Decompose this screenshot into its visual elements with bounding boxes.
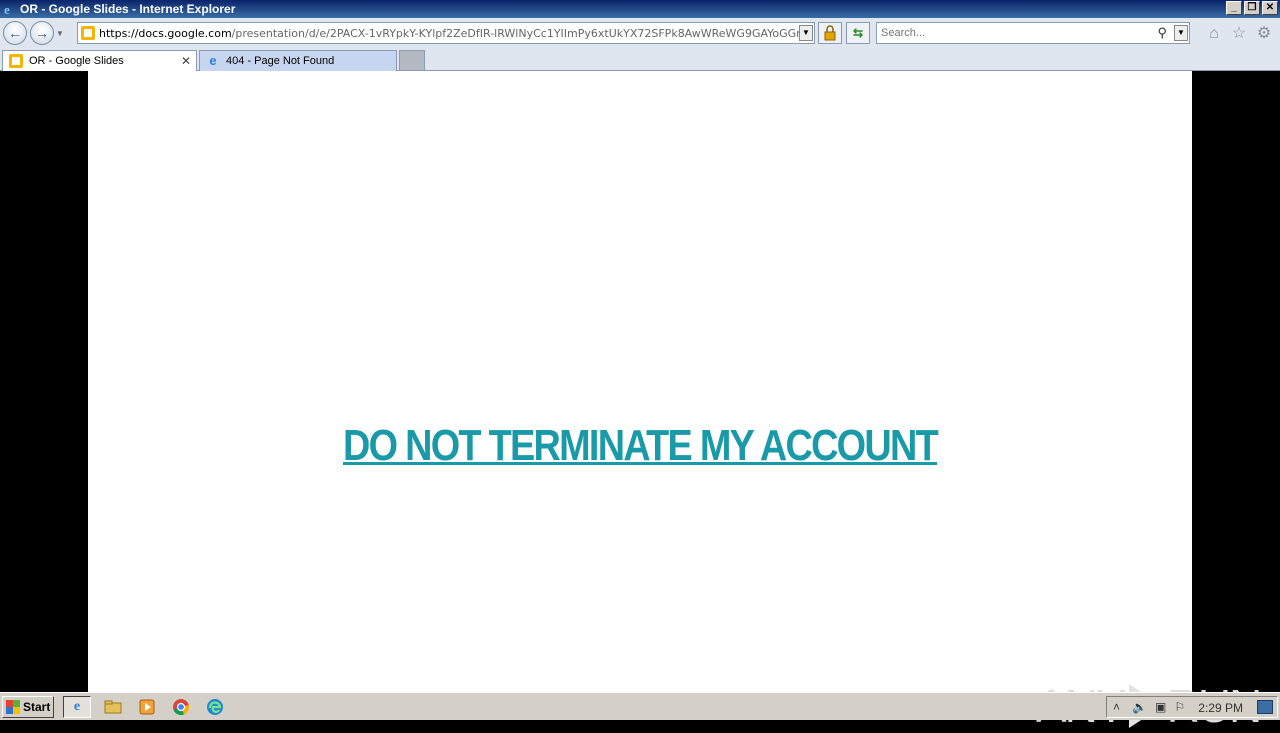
clock[interactable]: 2:29 PM [1198, 701, 1243, 715]
close-button[interactable]: ✕ [1262, 1, 1278, 15]
tab-strip: OR - Google Slides ✕ e 404 - Page Not Fo… [0, 48, 1280, 71]
taskbar-edge-icon[interactable] [201, 696, 229, 718]
ie-icon: e [209, 53, 217, 68]
system-tray: ˄ 🔈 ▣ ⚐ 2:29 PM [1106, 696, 1278, 718]
network-icon[interactable]: ▣ [1155, 700, 1166, 714]
ie-app-icon: e [2, 1, 18, 17]
show-desktop-icon[interactable] [1257, 700, 1273, 714]
title-bar: e OR - Google Slides - Internet Explorer… [0, 0, 1280, 18]
search-dropdown-icon[interactable]: ▼ [1174, 25, 1188, 41]
windows-flag-icon [6, 700, 20, 714]
search-box[interactable]: ⚲ ▼ [876, 22, 1190, 44]
close-tab-icon[interactable]: ✕ [181, 54, 191, 68]
restore-button[interactable]: ❐ [1244, 1, 1260, 15]
taskbar-ie-icon[interactable]: e [63, 696, 91, 718]
url-text[interactable]: https://docs.google.com/presentation/d/e… [99, 27, 799, 40]
back-button[interactable]: ← [3, 21, 27, 45]
volume-icon[interactable]: 🔈 [1132, 700, 1147, 714]
tools-gear-icon[interactable]: ⚙ [1255, 25, 1273, 43]
url-host: https://docs.google.com [99, 26, 232, 40]
taskbar-media-player-icon[interactable] [133, 696, 161, 718]
search-icon[interactable]: ⚲ [1157, 25, 1167, 41]
tab-label: 404 - Page Not Found [226, 55, 335, 67]
tab-google-slides[interactable]: OR - Google Slides ✕ [2, 50, 197, 71]
navigation-bar: ← → ▼ https://docs.google.com/presentati… [0, 18, 1280, 48]
page-viewport: DO NOT TERMINATE MY ACCOUNT ANY RUN [0, 71, 1280, 732]
url-path: /presentation/d/e/2PACX-1vRYpkY-KYlpf2Ze… [231, 26, 799, 40]
search-input[interactable] [881, 27, 1151, 39]
tab-label: OR - Google Slides [29, 55, 124, 67]
slide: DO NOT TERMINATE MY ACCOUNT [88, 71, 1192, 692]
taskbar: Start e ˄ 🔈 ▣ ⚐ 2:29 PM [0, 692, 1280, 720]
tab-404-page[interactable]: e 404 - Page Not Found [199, 50, 397, 71]
forward-button[interactable]: → [30, 21, 54, 45]
new-tab-button[interactable] [399, 50, 425, 71]
history-dropdown-icon[interactable]: ▼ [56, 29, 66, 38]
tray-expand-icon[interactable]: ˄ [1113, 700, 1120, 714]
slide-link[interactable]: DO NOT TERMINATE MY ACCOUNT [165, 421, 1114, 471]
google-slides-icon [9, 54, 23, 68]
google-slides-favicon-icon [81, 26, 95, 40]
favorites-star-icon[interactable]: ☆ [1230, 25, 1248, 43]
home-icon[interactable]: ⌂ [1205, 25, 1223, 43]
refresh-icon[interactable]: ⇆ [846, 22, 870, 44]
window-title: OR - Google Slides - Internet Explorer [20, 2, 236, 16]
action-center-flag-icon[interactable]: ⚐ [1174, 700, 1185, 714]
security-lock-icon[interactable] [818, 22, 842, 44]
address-dropdown-icon[interactable]: ▼ [799, 25, 813, 41]
svg-text:e: e [4, 2, 10, 16]
window-controls: _ ❐ ✕ [1226, 1, 1278, 15]
start-label: Start [23, 700, 51, 714]
taskbar-chrome-icon[interactable] [167, 696, 195, 718]
address-bar[interactable]: https://docs.google.com/presentation/d/e… [77, 22, 815, 44]
minimize-button[interactable]: _ [1226, 1, 1242, 15]
start-button[interactable]: Start [2, 696, 54, 718]
taskbar-explorer-folder-icon[interactable] [99, 696, 127, 718]
